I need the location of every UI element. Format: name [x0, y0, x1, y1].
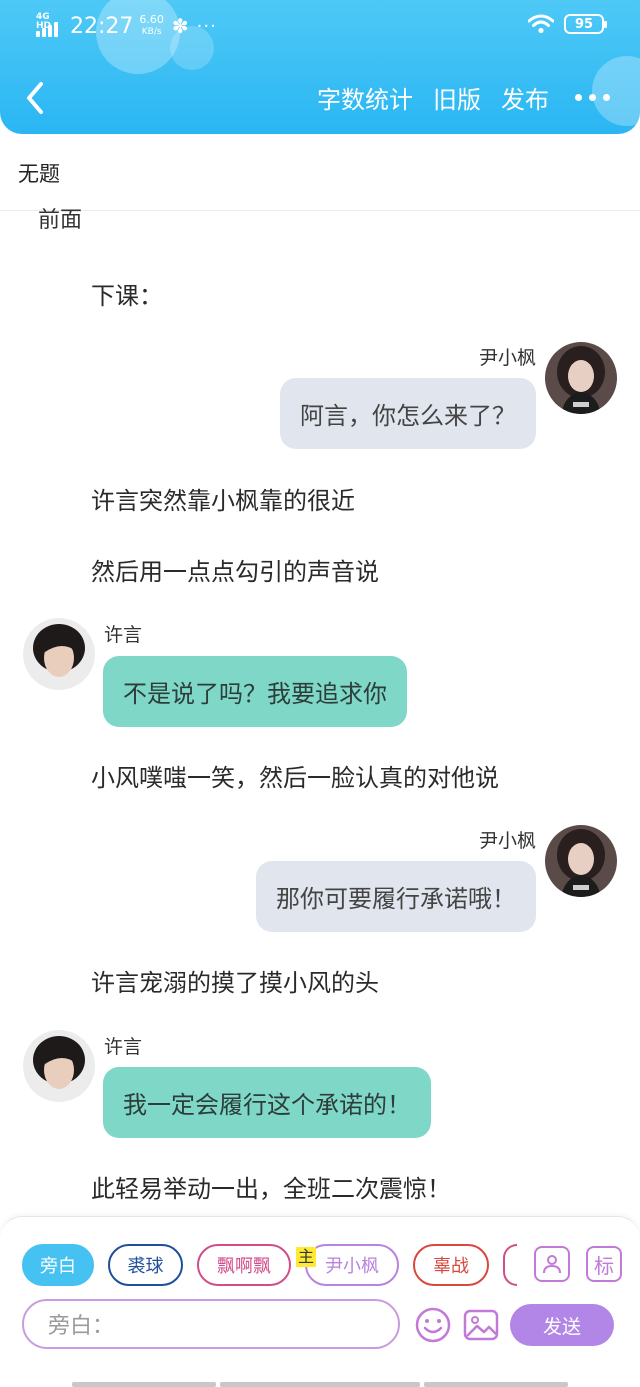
speaker-name: 尹小枫 [478, 830, 536, 852]
chat-bubble-right[interactable]: 阿言，你怎么来了？ [280, 378, 536, 449]
composer-panel: 旁白 裘球 飘啊飘 尹小枫 主 辜战 标 旁白： 发送 [0, 1216, 640, 1366]
word-count-button[interactable]: 字数统计 [317, 80, 413, 115]
more-options-icon[interactable] [575, 94, 610, 101]
toolbar-actions: 字数统计 旧版 发布 [297, 80, 610, 115]
speed-unit: KB/s [141, 27, 162, 37]
battery-indicator: 95 [564, 14, 607, 34]
narration-line[interactable]: 许言突然靠小枫靠的很近 [91, 481, 355, 516]
image-icon[interactable] [462, 1306, 500, 1344]
app-header: 4G HD 22:27 6.60 KB/s ✽ ··· 95 字数统计 旧版 发… [0, 0, 640, 134]
narration-line[interactable]: 小风噗嗤一笑，然后一脸认真的对他说 [91, 758, 499, 793]
signal-icon: 4G HD [36, 13, 66, 39]
chat-bubble-right[interactable]: 那你可要履行承诺哦！ [256, 861, 536, 932]
add-role-icon[interactable] [534, 1246, 570, 1282]
network-speed: 6.60 KB/s [139, 14, 164, 38]
document-title[interactable]: 无题 [18, 158, 60, 188]
publish-button[interactable]: 发布 [501, 80, 549, 115]
send-button[interactable]: 发送 [510, 1304, 614, 1346]
partial-narration: 前面 [38, 204, 82, 234]
role-chip-narrator[interactable]: 旁白 [22, 1244, 94, 1286]
role-chip[interactable]: 尹小枫 [305, 1244, 399, 1286]
message-input[interactable]: 旁白： [22, 1299, 400, 1349]
status-bar-left: 4G HD 22:27 6.60 KB/s ✽ ··· [36, 10, 217, 42]
toolbar: 字数统计 旧版 发布 [0, 70, 640, 128]
role-chip[interactable]: 飘啊飘 [197, 1244, 291, 1286]
person-icon [543, 1255, 561, 1274]
main-role-badge: 主 [296, 1247, 317, 1267]
gesture-bar [424, 1382, 568, 1387]
status-bar-right: 95 [528, 14, 607, 34]
partial-narration-text: 前面 [38, 208, 83, 233]
avatar-boy[interactable] [23, 618, 95, 690]
avatar-girl[interactable] [545, 825, 617, 897]
chat-bubble-left[interactable]: 不是说了吗？我要追求你 [103, 656, 407, 727]
avatar-image [545, 342, 617, 414]
wifi-icon [528, 14, 554, 34]
gesture-bar [220, 1382, 420, 1387]
narration-line[interactable]: 许言宠溺的摸了摸小风的头 [91, 963, 379, 998]
gesture-bar [72, 1382, 216, 1387]
clock: 22:27 [70, 13, 134, 39]
role-chip[interactable]: 辜战 [413, 1244, 489, 1286]
back-icon[interactable] [22, 80, 48, 116]
avatar-girl[interactable] [545, 342, 617, 414]
avatar-image [545, 825, 617, 897]
speed-value: 6.60 [139, 13, 164, 26]
chat-bubble-left[interactable]: 我一定会履行这个承诺的！ [103, 1067, 431, 1138]
avatar-boy[interactable] [23, 1030, 95, 1102]
tag-icon[interactable]: 标 [586, 1246, 622, 1282]
avatar-image [23, 618, 95, 690]
narration-line[interactable]: 下课： [91, 276, 163, 311]
speaker-name: 尹小枫 [478, 347, 536, 369]
role-chip-partial[interactable] [503, 1244, 517, 1286]
speaker-name: 许言 [104, 624, 143, 646]
emoji-icon[interactable] [414, 1306, 452, 1344]
old-version-button[interactable]: 旧版 [433, 80, 481, 115]
divider [0, 210, 640, 211]
role-chip[interactable]: 裘球 [108, 1244, 183, 1286]
status-more-dots: ··· [196, 15, 217, 37]
narration-line[interactable]: 此轻易举动一出，全班二次震惊！ [91, 1169, 451, 1204]
fan-icon: ✽ [171, 14, 189, 38]
avatar-image [23, 1030, 95, 1102]
narration-line[interactable]: 然后用一点点勾引的声音说 [91, 552, 379, 587]
speaker-name: 许言 [104, 1036, 143, 1058]
